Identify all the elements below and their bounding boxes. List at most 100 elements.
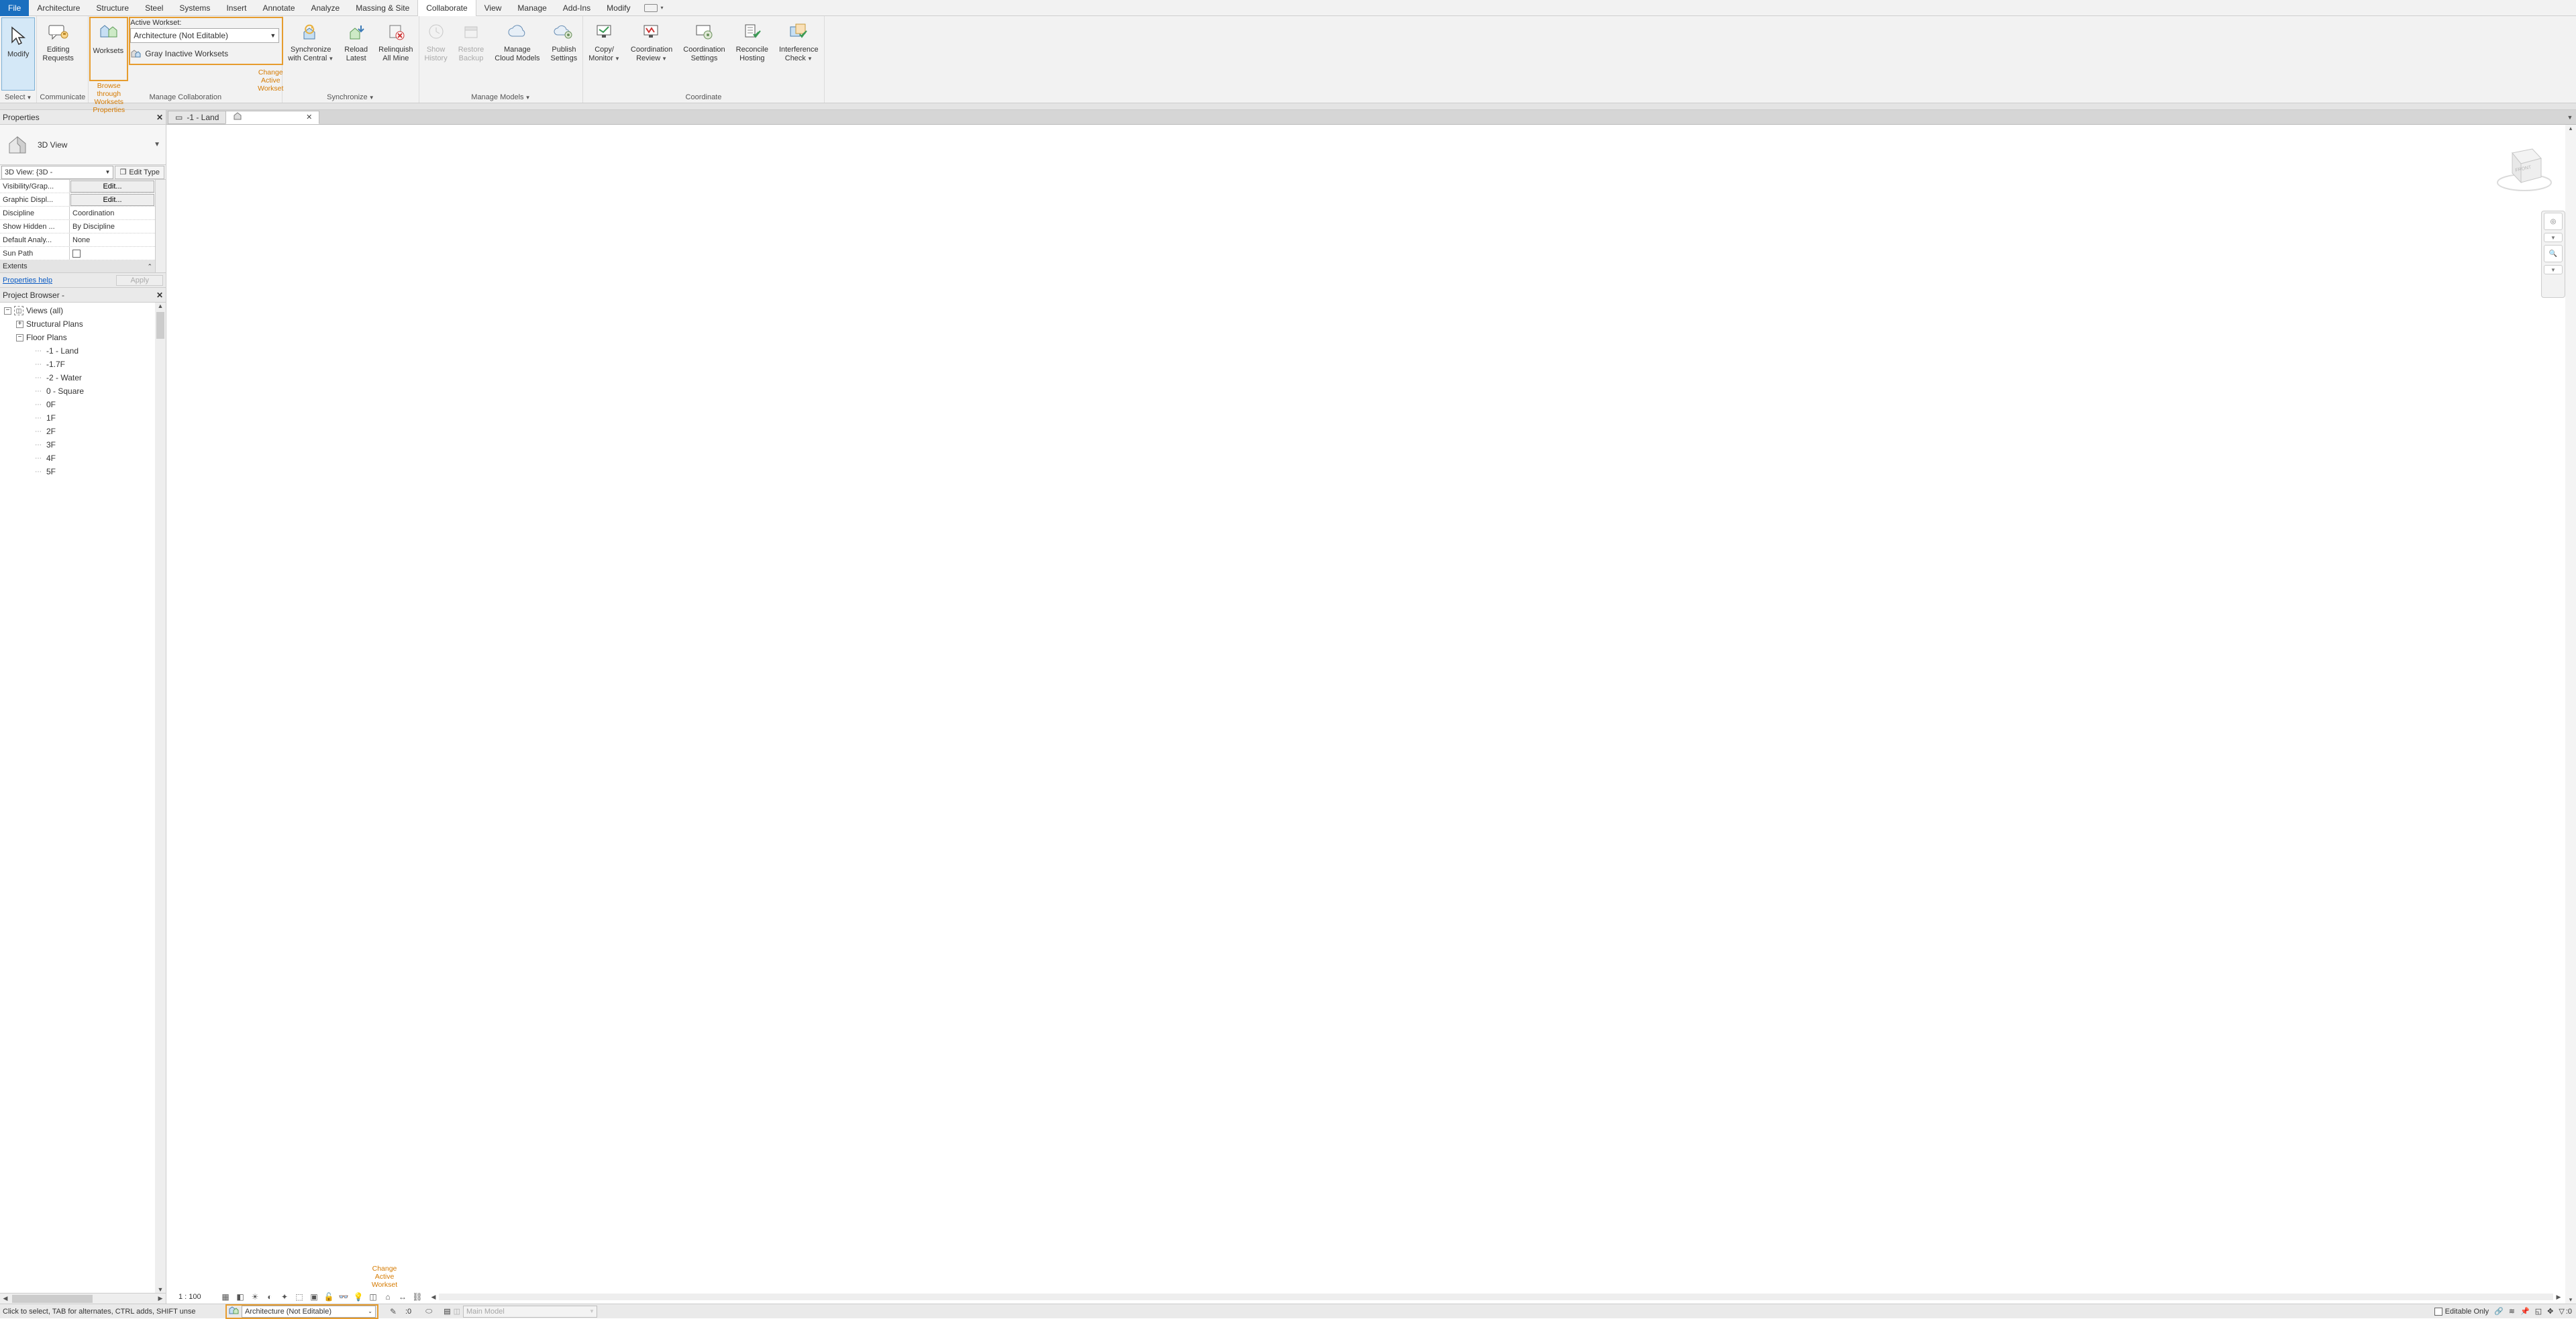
ribbon-tab-file[interactable]: File xyxy=(0,0,29,16)
drag-elements-icon[interactable]: ✥ xyxy=(2547,1307,2553,1316)
prop-edit-button[interactable]: Edit... xyxy=(70,194,154,206)
reveal-hidden-icon[interactable]: 💡 xyxy=(353,1291,364,1302)
ribbon-tab-modify[interactable]: Modify xyxy=(599,0,638,16)
filter-button[interactable]: ▽ :0 xyxy=(2559,1307,2572,1316)
tree-view[interactable]: ⋯0F xyxy=(3,398,166,411)
project-browser-close-button[interactable]: ✕ xyxy=(156,291,163,300)
instance-dropdown[interactable]: 3D View: {3D - ▼ xyxy=(1,166,113,179)
relinquish-all-mine-button[interactable]: Relinquish All Mine xyxy=(373,16,418,92)
browser-vscroll[interactable]: ▲ ▼ xyxy=(155,303,166,1293)
copy-monitor-button[interactable]: Copy/ Monitor▼ xyxy=(583,16,625,92)
unlock-3d-icon[interactable]: 🔓 xyxy=(323,1291,334,1302)
tree-view[interactable]: ⋯2F xyxy=(3,425,166,438)
publish-settings-button[interactable]: Publish Settings xyxy=(546,16,583,92)
exclude-options-icon[interactable]: ◫ xyxy=(454,1307,460,1316)
view-tab-land[interactable]: ▭ -1 - Land xyxy=(168,111,226,124)
view-tab-close-button[interactable]: ✕ xyxy=(306,113,312,121)
temp-hide-icon[interactable]: 👓 xyxy=(338,1291,349,1302)
ribbon-tab-analyze[interactable]: Analyze xyxy=(303,0,348,16)
view-tab-3d[interactable]: ✕ xyxy=(225,111,319,124)
link-status-icon[interactable]: ⬭ xyxy=(423,1306,434,1317)
scroll-left-icon[interactable]: ◀ xyxy=(428,1294,439,1301)
analytical-model-icon[interactable]: ⌂ xyxy=(382,1291,393,1302)
sun-path-checkbox[interactable] xyxy=(72,250,81,258)
highlight-displacement-icon[interactable]: ↔ xyxy=(397,1291,408,1302)
ribbon-tab-addins[interactable]: Add-Ins xyxy=(555,0,599,16)
ribbon-tab-view[interactable]: View xyxy=(476,0,510,16)
prop-value[interactable] xyxy=(70,247,155,260)
nav-zoom-button[interactable]: 🔍 xyxy=(2544,245,2563,262)
reconcile-hosting-button[interactable]: Reconcile Hosting xyxy=(731,16,774,92)
panel-manage-models-label[interactable]: Manage Models▼ xyxy=(419,92,583,103)
status-workset-dropdown[interactable]: Architecture (Not Editable) ⌄ xyxy=(242,1306,376,1318)
scroll-down-icon[interactable]: ▾ xyxy=(2565,1296,2576,1304)
tree-view[interactable]: ⋯-1 - Land xyxy=(3,344,166,358)
prop-value[interactable]: Coordination xyxy=(70,207,155,219)
worksharing-display-icon[interactable]: ◫ xyxy=(368,1291,378,1302)
editable-only-checkbox[interactable]: Editable Only xyxy=(2434,1308,2489,1316)
tree-view[interactable]: ⋯5F xyxy=(3,465,166,478)
rendering-icon[interactable]: ✦ xyxy=(279,1291,290,1302)
nav-dropdown-button[interactable]: ▼ xyxy=(2544,233,2563,242)
canvas-vscroll[interactable]: ▴ ▾ xyxy=(2565,125,2576,1304)
prop-row[interactable]: Default Analy...None xyxy=(0,233,155,247)
scroll-right-icon[interactable]: ▶ xyxy=(155,1295,166,1302)
properties-close-button[interactable]: ✕ xyxy=(156,113,163,122)
synchronize-with-central-button[interactable]: Synchronize with Central▼ xyxy=(282,16,339,92)
view-scale[interactable]: 1 : 100 xyxy=(178,1293,215,1301)
nav-wheel-button[interactable]: ◎ xyxy=(2544,213,2563,230)
view-tabs-overflow-button[interactable]: ▼ xyxy=(2564,114,2576,121)
worksets-icon[interactable] xyxy=(228,1305,239,1318)
select-pinned-icon[interactable]: 📌 xyxy=(2520,1307,2530,1316)
ribbon-tab-systems[interactable]: Systems xyxy=(171,0,218,16)
scroll-down-icon[interactable]: ▼ xyxy=(155,1286,166,1293)
nav-dropdown-button[interactable]: ▼ xyxy=(2544,265,2563,274)
ribbon-tab-steel[interactable]: Steel xyxy=(137,0,171,16)
scroll-up-icon[interactable]: ▲ xyxy=(155,303,166,309)
properties-scrollbar[interactable] xyxy=(155,180,166,272)
view-cube[interactable]: FRONT xyxy=(2495,134,2553,195)
ribbon-tab-collaborate[interactable]: Collaborate xyxy=(417,0,476,16)
browser-hscroll[interactable]: ◀ ▶ xyxy=(0,1293,166,1304)
crop-view-icon[interactable]: ⬚ xyxy=(294,1291,305,1302)
properties-help-link[interactable]: Properties help xyxy=(3,276,52,284)
canvas-hscroll[interactable]: ◀ ▶ xyxy=(428,1294,2564,1301)
tree-view[interactable]: ⋯0 - Square xyxy=(3,384,166,398)
reload-latest-button[interactable]: Reload Latest xyxy=(339,16,373,92)
ribbon-extra-controls[interactable] xyxy=(644,4,658,12)
tree-group-structural-plans[interactable]: + Structural Plans xyxy=(3,317,166,331)
select-links-icon[interactable]: 🔗 xyxy=(2494,1307,2504,1316)
select-underlay-icon[interactable]: ≋ xyxy=(2509,1307,2515,1316)
prop-value[interactable]: None xyxy=(70,233,155,246)
prop-row[interactable]: DisciplineCoordination xyxy=(0,207,155,220)
editing-requests-status-icon[interactable]: ✎ xyxy=(388,1306,399,1317)
tree-view[interactable]: ⋯-2 - Water xyxy=(3,371,166,384)
editing-requests-button[interactable]: Editing Requests xyxy=(37,16,79,92)
prop-value[interactable]: By Discipline xyxy=(70,220,155,233)
modify-button[interactable]: Modify xyxy=(1,17,35,91)
manage-cloud-models-button[interactable]: Manage Cloud Models xyxy=(489,16,545,92)
scroll-left-icon[interactable]: ◀ xyxy=(0,1295,11,1302)
shadows-icon[interactable]: ◐ xyxy=(264,1291,275,1302)
scroll-right-icon[interactable]: ▶ xyxy=(2553,1294,2564,1301)
coordination-review-button[interactable]: Coordination Review▼ xyxy=(625,16,678,92)
navigation-bar[interactable]: ◎ ▼ 🔍 ▼ xyxy=(2541,211,2565,298)
show-crop-icon[interactable]: ▣ xyxy=(309,1291,319,1302)
prop-row[interactable]: Graphic Displ...Edit... xyxy=(0,193,155,207)
ribbon-tab-massing-site[interactable]: Massing & Site xyxy=(348,0,417,16)
tree-view[interactable]: ⋯3F xyxy=(3,438,166,452)
panel-select-label[interactable]: Select▼ xyxy=(0,92,36,103)
design-options-icon[interactable]: ▤ xyxy=(444,1307,450,1316)
sun-path-icon[interactable]: ☀ xyxy=(250,1291,260,1302)
scroll-up-icon[interactable]: ▴ xyxy=(2565,125,2576,132)
expand-icon[interactable]: + xyxy=(16,321,23,328)
ribbon-tab-architecture[interactable]: Architecture xyxy=(29,0,88,16)
scroll-track[interactable] xyxy=(439,1294,2553,1300)
collapse-icon[interactable]: − xyxy=(16,334,23,341)
ribbon-tab-structure[interactable]: Structure xyxy=(88,0,137,16)
tree-view[interactable]: ⋯1F xyxy=(3,411,166,425)
ribbon-tab-manage[interactable]: Manage xyxy=(509,0,554,16)
panel-synchronize-label[interactable]: Synchronize▼ xyxy=(282,92,418,103)
visual-style-icon[interactable]: ◧ xyxy=(235,1291,246,1302)
reveal-constraints-icon[interactable]: ⛓ xyxy=(412,1291,423,1302)
